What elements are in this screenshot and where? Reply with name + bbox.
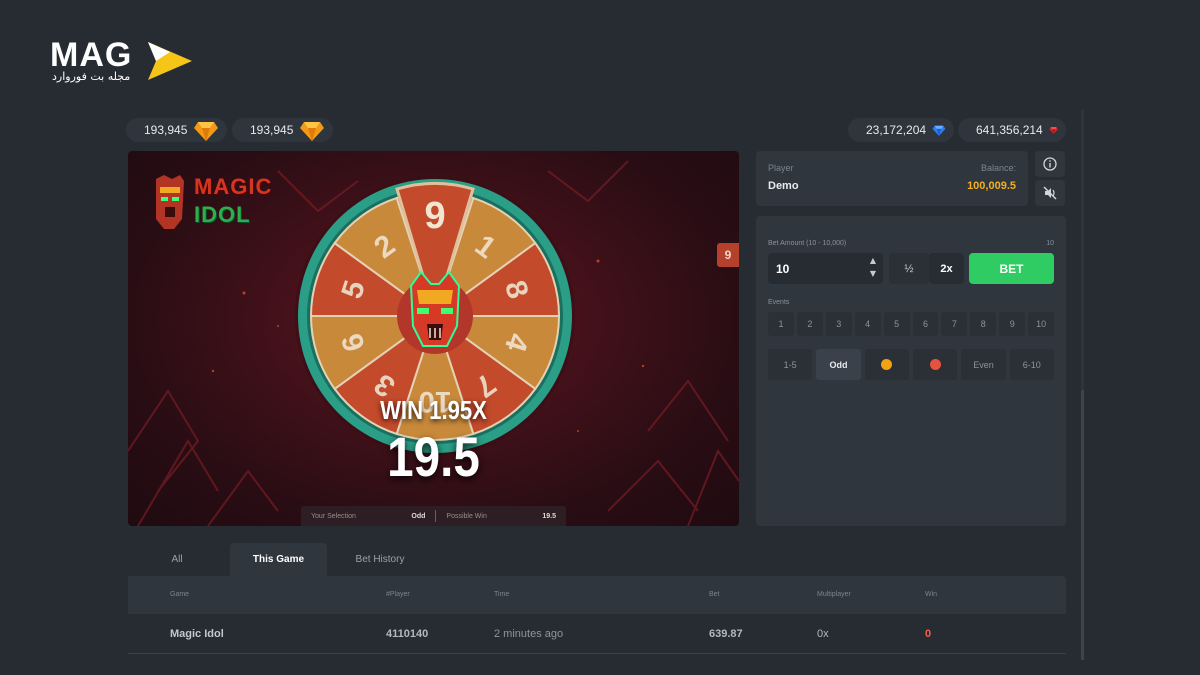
bet-amount-max: 10 xyxy=(1046,240,1054,247)
selection-value: Odd xyxy=(411,512,426,520)
possible-win-value: 19.5 xyxy=(542,512,557,520)
event-button[interactable]: 4 xyxy=(854,312,881,336)
cell-game: Magic Idol xyxy=(170,628,224,640)
game-title-line1: MAGIC xyxy=(194,174,273,199)
orange-gem-icon xyxy=(300,122,325,141)
balance-pill: 23,172,204 xyxy=(848,118,954,142)
group-odd-button[interactable]: Odd xyxy=(816,349,861,380)
event-button[interactable]: 1 xyxy=(768,312,794,336)
event-button[interactable]: 7 xyxy=(941,312,968,336)
amount-stepper[interactable]: ▲ ▼ xyxy=(867,254,879,280)
bet-button[interactable]: BET xyxy=(969,253,1054,284)
balance-value: 193,945 xyxy=(144,123,188,137)
col-win: Win xyxy=(925,591,938,598)
cell-multiplier: 0x xyxy=(817,628,829,640)
table-row: Magic Idol 4110140 2 minutes ago 639.87 … xyxy=(128,614,1066,654)
tab-this-game[interactable]: This Game xyxy=(230,543,327,576)
cell-player: 4110140 xyxy=(386,628,429,640)
chevron-down-icon[interactable]: ▼ xyxy=(867,267,879,280)
balance-pill: 193,945 xyxy=(232,118,334,142)
play-arrow-icon xyxy=(148,42,192,80)
red-dot-icon xyxy=(929,359,941,370)
player-name: Demo xyxy=(768,180,799,192)
event-button[interactable]: 5 xyxy=(883,312,910,336)
tab-bet-history[interactable]: Bet History xyxy=(330,543,430,576)
balance-value: 193,945 xyxy=(250,123,294,137)
event-button[interactable]: 10 xyxy=(1028,312,1055,336)
balance-value: 23,172,204 xyxy=(866,123,927,137)
win-amount: 19.5 xyxy=(387,425,480,488)
half-bet-button[interactable]: ½ xyxy=(889,253,929,284)
game-canvas[interactable]: 91847103652 9 MAGIC IDOL 9 WIN 1.95 xyxy=(128,151,739,526)
double-bet-button[interactable]: 2x xyxy=(929,253,964,284)
balance-pill: 641,356,214 xyxy=(958,118,1066,142)
sound-muted-icon xyxy=(1043,186,1057,200)
game-title-line2: IDOL xyxy=(194,202,251,227)
group-even-button[interactable]: Even xyxy=(961,349,1006,380)
tab-all[interactable]: All xyxy=(128,543,226,576)
orange-gem-icon xyxy=(194,122,219,141)
bet-panel: Bet Amount (10 - 10,000) 10 ▲ ▼ ½ 2x BET… xyxy=(756,216,1066,526)
last-result-badge: 9 xyxy=(717,243,739,267)
col-player: #Player xyxy=(386,591,410,598)
page-scrollbar[interactable] xyxy=(1081,110,1084,660)
red-gem-icon xyxy=(1049,127,1058,134)
group-orange-button[interactable] xyxy=(864,349,909,380)
possible-win-label: Possible Win xyxy=(446,512,487,520)
logo-text: MAG xyxy=(50,36,133,74)
group-low-button[interactable]: 1-5 xyxy=(768,349,813,380)
bet-amount-input[interactable] xyxy=(768,253,883,284)
idol-mask-icon xyxy=(409,270,461,347)
event-button[interactable]: 9 xyxy=(999,312,1026,336)
col-bet: Bet xyxy=(709,591,720,598)
balance-pill: 193,945 xyxy=(126,118,228,142)
win-multiplier: WIN 1.95X xyxy=(380,395,487,425)
orange-dot-icon xyxy=(881,359,893,370)
event-button[interactable]: 2 xyxy=(796,312,823,336)
cell-bet: 639.87 xyxy=(709,628,743,640)
selection-bar: Your Selection Odd Possible Win 19.5 xyxy=(301,506,566,526)
blue-gem-icon xyxy=(932,125,946,136)
selection-label: Your Selection xyxy=(311,512,356,520)
balance-value: 641,356,214 xyxy=(976,123,1043,137)
col-multiplier: Multiplayer xyxy=(817,591,851,598)
group-high-button[interactable]: 6-10 xyxy=(1009,349,1054,380)
events-label: Events xyxy=(768,299,790,306)
group-red-button[interactable] xyxy=(912,349,958,380)
info-icon xyxy=(1043,157,1057,171)
col-game: Game xyxy=(170,591,190,598)
balance-label: Balance: xyxy=(980,163,1016,173)
event-button[interactable]: 8 xyxy=(970,312,997,336)
player-label: Player xyxy=(768,163,794,173)
bet-amount-label: Bet Amount (10 - 10,000) xyxy=(768,240,847,247)
cell-win: 0 xyxy=(925,628,932,640)
info-button[interactable] xyxy=(1035,151,1065,177)
player-balance: 100,009.5 xyxy=(967,180,1016,192)
player-info: Player Demo Balance: 100,009.5 xyxy=(756,151,1028,206)
mute-button[interactable] xyxy=(1035,180,1065,206)
event-button[interactable]: 6 xyxy=(912,312,939,336)
group-bets: 1-5 Odd Even 6-10 xyxy=(768,349,1054,380)
events-grid: 1 2 3 4 5 6 7 8 9 10 xyxy=(768,312,1055,336)
history-table-header: Game #Player Time Bet Multiplayer Win xyxy=(128,576,1066,614)
cell-time: 2 minutes ago xyxy=(494,628,564,640)
event-button[interactable]: 3 xyxy=(825,312,852,336)
brand-logo: MAG مجله بت فوروارد xyxy=(50,38,200,88)
logo-subtitle: مجله بت فوروارد xyxy=(52,70,131,83)
col-time: Time xyxy=(494,591,510,598)
wheel-top-number: 9 xyxy=(424,195,445,237)
chevron-up-icon[interactable]: ▲ xyxy=(867,254,879,267)
scrollbar-thumb[interactable] xyxy=(1081,390,1084,660)
